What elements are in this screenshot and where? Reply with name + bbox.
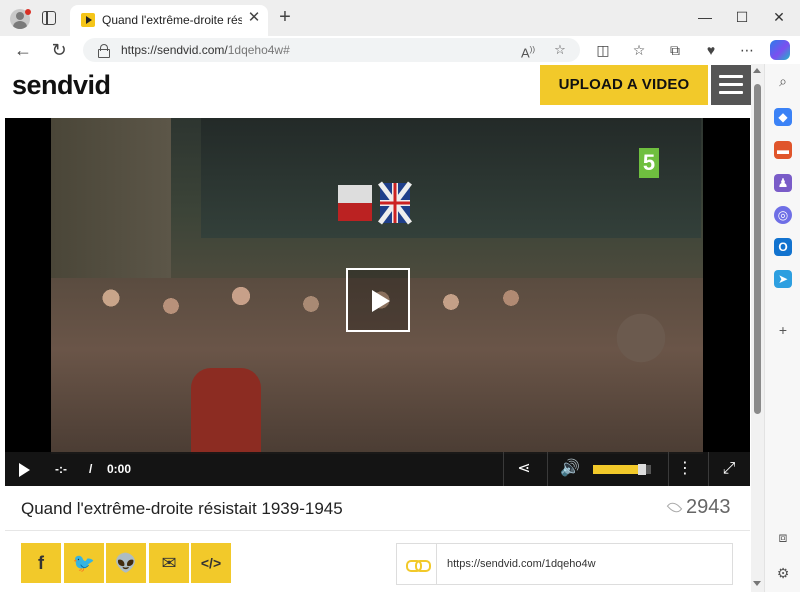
hide-sidebar-icon[interactable]: ⧈ [774,528,792,546]
maximize-button[interactable]: ☐ [731,6,753,28]
big-play-button[interactable] [346,268,410,332]
video-building [51,118,171,288]
minimize-button[interactable]: — [694,6,716,28]
more-options-icon[interactable]: ⋮ [674,458,696,480]
collections-icon[interactable]: ⧉ [665,40,685,60]
menu-bar-icon [719,83,743,86]
play-icon[interactable] [19,463,30,477]
notification-dot [25,9,31,15]
url-text[interactable]: https://sendvid.com/1dqeho4w# [121,43,290,57]
facebook-share-button[interactable]: f [21,543,61,583]
video-red-dress [191,368,261,454]
tab-title: Quand l'extrême-droite résistait [102,13,242,27]
outlook-icon[interactable]: O [774,238,792,256]
player-controls: -:- / 0:00 ⋖ 🔊 ⋮ ⤢ [5,452,750,486]
volume-slider[interactable] [593,464,651,475]
games-icon[interactable]: ♟ [774,174,792,192]
video-storefront [201,118,701,238]
url-host: https://sendvid.com/ [121,43,228,57]
link-icon [406,560,431,572]
webpage: sendvid UPLOAD A VIDEO 5 -:- / 0:00 ⋖ 🔊 … [0,64,764,592]
view-count: 2943 [686,496,731,518]
sidebar-settings-gear-icon[interactable]: ⚙ [774,564,792,582]
time-separator: / [89,462,93,476]
browser-titlebar: Quand l'extrême-droite résistait ✕ + — ☐… [0,0,800,36]
channel-5-logo: 5 [639,148,659,178]
send-icon[interactable]: ➤ [774,270,792,288]
link-icon-cell [397,544,437,584]
back-icon[interactable]: ← [11,38,35,62]
email-share-button[interactable]: ✉ [149,543,189,583]
url-path: 1dqeho4w# [227,43,290,57]
twitter-share-button[interactable]: 🐦 [64,543,104,583]
share-link-text[interactable]: https://sendvid.com/1dqeho4w [447,558,596,570]
divider [5,530,750,531]
address-bar[interactable]: https://sendvid.com/1dqeho4w# A)) ☆ [83,38,580,62]
reddit-share-button[interactable]: 👽 [106,543,146,583]
sendvid-logo[interactable]: sendvid [12,70,111,101]
scrollbar-thumb[interactable] [754,84,761,414]
upload-video-button[interactable]: UPLOAD A VIDEO [540,65,708,105]
video-title: Quand l'extrême-droite résistait 1939-19… [21,499,343,518]
browser-toolbar: ← ↻ https://sendvid.com/1dqeho4w# A)) ☆ … [0,36,800,64]
reload-icon[interactable]: ↻ [47,38,71,62]
divider [503,452,504,486]
copilot-icon[interactable] [770,40,790,60]
embed-code-button[interactable]: </> [191,543,231,583]
menu-bar-icon [719,75,743,78]
favorite-star-icon[interactable]: ☆ [551,41,569,59]
more-menu-icon[interactable]: ⋯ [737,40,757,60]
new-tab-button[interactable]: + [275,7,295,27]
lock-icon[interactable] [98,44,110,58]
search-icon[interactable]: ⌕ [774,72,792,90]
share-icon[interactable]: ⋖ [513,458,535,480]
edge-sidebar: ⌕ ◆ ▬ ♟ ◎ O ➤ + ⧈ ⚙ [764,64,800,592]
split-screen-icon[interactable]: ◫ [593,40,613,60]
volume-level [593,465,643,474]
divider [708,452,709,486]
duration: 0:00 [107,462,132,476]
tab-close-icon[interactable]: ✕ [246,10,262,26]
browser-tab[interactable]: Quand l'extrême-droite résistait ✕ [70,5,268,36]
flags-image [338,181,412,225]
browser-essentials-icon[interactable]: ♥ [701,40,721,60]
favorites-icon[interactable]: ☆ [629,40,649,60]
fullscreen-icon[interactable]: ⤢ [718,458,740,480]
volume-icon[interactable]: 🔊 [559,458,581,480]
share-link-box[interactable]: https://sendvid.com/1dqeho4w [396,543,733,585]
microsoft-365-icon[interactable]: ◎ [774,206,792,224]
divider [668,452,669,486]
close-window-button[interactable]: ✕ [768,6,790,28]
sendvid-favicon-icon [81,13,95,27]
scroll-up-arrow-icon[interactable] [753,68,761,73]
add-sidebar-app-icon[interactable]: + [774,321,792,339]
tab-actions-icon[interactable] [42,11,56,25]
current-time: -:- [55,462,67,476]
eye-icon [666,499,683,516]
menu-bar-icon [719,91,743,94]
read-aloud-icon[interactable]: A)) [519,41,537,60]
tools-icon[interactable]: ▬ [774,141,792,159]
hamburger-menu-button[interactable] [711,65,751,105]
page-scrollbar[interactable] [751,64,764,592]
divider [547,452,548,486]
shopping-tag-icon[interactable]: ◆ [774,108,792,126]
video-player[interactable]: 5 -:- / 0:00 ⋖ 🔊 ⋮ ⤢ [5,118,750,486]
scroll-down-arrow-icon[interactable] [753,581,761,586]
volume-handle[interactable] [638,464,647,475]
